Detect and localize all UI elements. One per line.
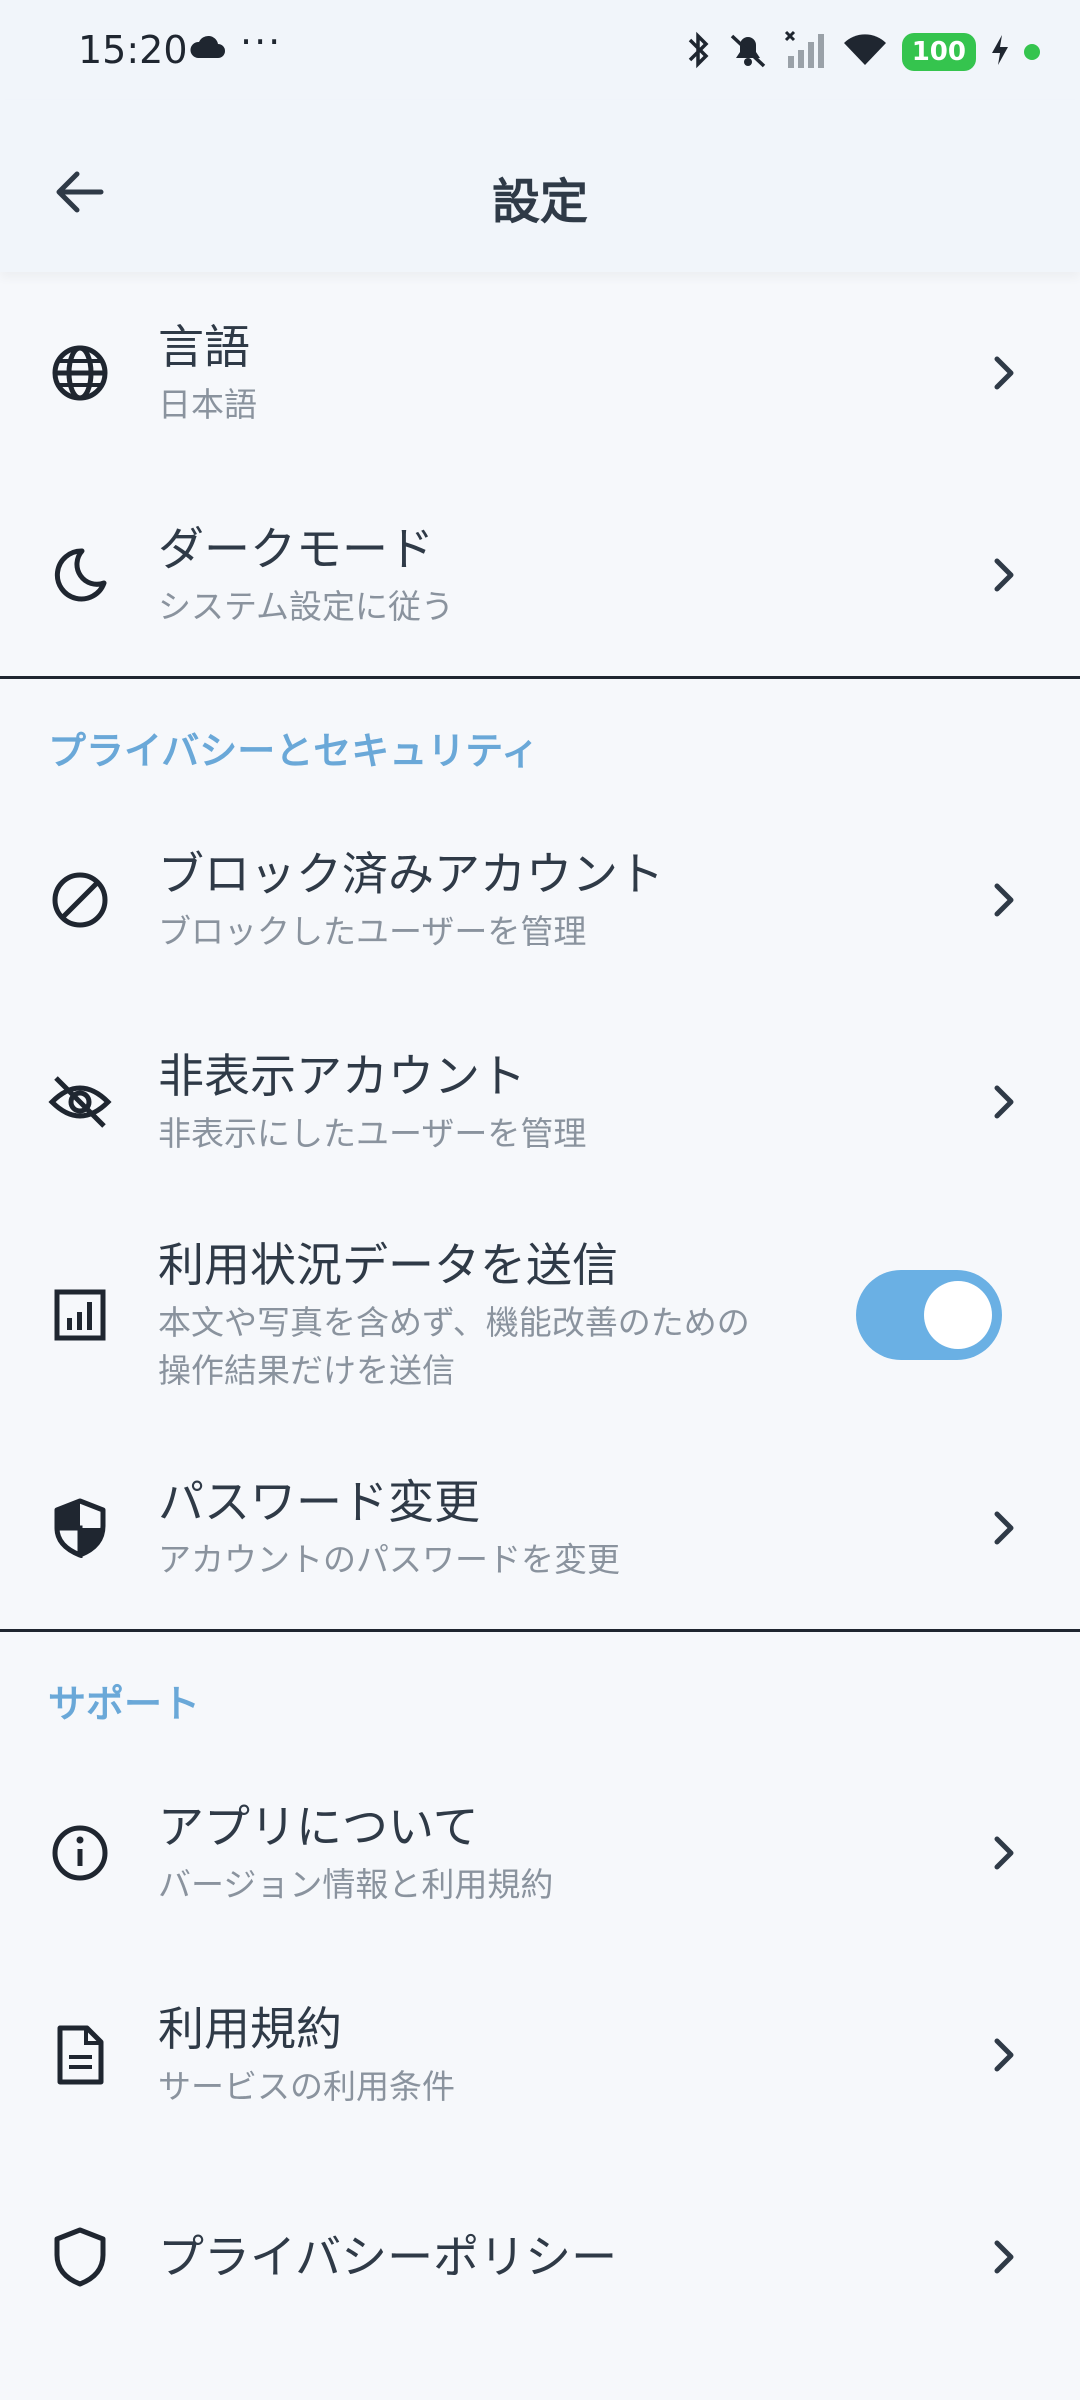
chevron-right-icon: [980, 1504, 1028, 1552]
setting-language[interactable]: 言語 日本語: [0, 272, 1080, 474]
chevron-right-icon: [980, 876, 1028, 924]
setting-hidden-accounts[interactable]: 非表示アカウント 非表示にしたユーザーを管理: [0, 1001, 1080, 1203]
block-icon: [48, 868, 112, 932]
setting-about-app[interactable]: アプリについて バージョン情報と利用規約: [0, 1752, 1080, 1954]
setting-subtitle: アカウントのパスワードを変更: [158, 1540, 620, 1579]
chevron-right-icon: [980, 1078, 1028, 1126]
setting-privacy-policy[interactable]: プライバシーポリシー: [0, 2156, 1080, 2358]
setting-terms[interactable]: 利用規約 サービスの利用条件: [0, 1954, 1080, 2156]
section-support: サポート: [0, 1632, 1080, 1752]
app-bar: 設定: [0, 100, 1080, 272]
chevron-right-icon: [980, 2233, 1028, 2281]
setting-blocked-accounts[interactable]: ブロック済みアカウント ブロックしたユーザーを管理: [0, 799, 1080, 1001]
setting-title: プライバシーポリシー: [158, 2230, 618, 2284]
battery-indicator: 100: [901, 33, 976, 71]
setting-title: ブロック済みアカウント: [158, 847, 664, 901]
privacy-shield-icon: [48, 2225, 112, 2289]
chevron-right-icon: [980, 349, 1028, 397]
setting-title: 非表示アカウント: [158, 1049, 526, 1103]
chevron-right-icon: [980, 2031, 1028, 2079]
setting-title: 利用状況データを送信: [158, 1238, 618, 1292]
usage-data-toggle[interactable]: [856, 1270, 1002, 1360]
settings-list: 言語 日本語 ダークモード システム設定に従う プライバシーとセキュリティ ブロ…: [0, 272, 1080, 2358]
setting-subtitle: 日本語: [158, 385, 257, 424]
setting-subtitle: システム設定に従う: [158, 587, 455, 626]
eye-off-icon: [48, 1070, 112, 1134]
charging-icon: [990, 33, 1010, 71]
status-time: 15:20: [78, 28, 188, 72]
setting-dark-mode[interactable]: ダークモード システム設定に従う: [0, 474, 1080, 676]
signal-icon: [784, 30, 828, 74]
setting-title: 言語: [158, 320, 250, 374]
more-notifications-icon: ···: [240, 20, 283, 64]
moon-icon: [48, 543, 112, 607]
globe-icon: [48, 341, 112, 405]
toggle-knob: [924, 1281, 992, 1349]
setting-subtitle: バージョン情報と利用規約: [158, 1865, 554, 1904]
privacy-dot-icon: [1024, 44, 1040, 60]
section-header: プライバシーとセキュリティ: [48, 729, 539, 773]
setting-subtitle: ブロックしたユーザーを管理: [158, 912, 587, 951]
cloud-icon: [188, 34, 226, 64]
wifi-icon: [842, 31, 888, 73]
setting-subtitle: 本文や写真を含めず、機能改善のための 操作結果だけを送信: [158, 1299, 858, 1395]
section-privacy: プライバシーとセキュリティ: [0, 679, 1080, 799]
setting-subtitle: サービスの利用条件: [158, 2067, 455, 2106]
setting-change-password[interactable]: パスワード変更 アカウントのパスワードを変更: [0, 1427, 1080, 1629]
document-icon: [48, 2023, 112, 2087]
setting-title: パスワード変更: [158, 1475, 480, 1529]
shield-icon: [48, 1496, 112, 1560]
section-header: サポート: [48, 1682, 201, 1726]
setting-subtitle: 非表示にしたユーザーを管理: [158, 1114, 587, 1153]
setting-subtitle-line1: 本文や写真を含めず、機能改善のための: [158, 1303, 750, 1342]
setting-usage-data[interactable]: 利用状況データを送信 本文や写真を含めず、機能改善のための 操作結果だけを送信: [0, 1203, 1080, 1427]
setting-subtitle-line2: 操作結果だけを送信: [158, 1351, 455, 1390]
status-bar: 15:20 ··· 100: [0, 0, 1080, 100]
analytics-icon: [48, 1283, 112, 1347]
setting-title: 利用規約: [158, 2002, 342, 2056]
chevron-right-icon: [980, 1829, 1028, 1877]
bluetooth-icon: [684, 30, 712, 74]
page-title: 設定: [491, 174, 588, 230]
info-icon: [48, 1821, 112, 1885]
setting-title: ダークモード: [158, 522, 434, 576]
mute-bell-icon: [726, 30, 770, 74]
chevron-right-icon: [980, 551, 1028, 599]
setting-title: アプリについて: [158, 1800, 479, 1854]
